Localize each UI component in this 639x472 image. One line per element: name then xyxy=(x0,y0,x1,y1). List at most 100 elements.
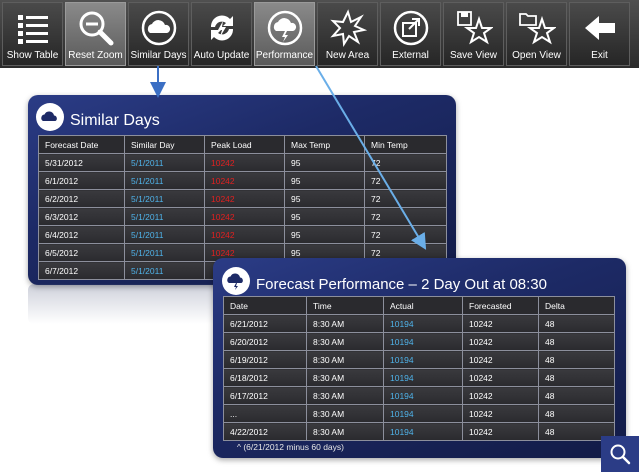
toolbar: Show Table Reset Zoom Similar Days Auto … xyxy=(0,0,639,68)
time-cell: 8:30 AM xyxy=(306,368,384,387)
save-star-icon xyxy=(456,11,493,45)
min-temp-cell: 72 xyxy=(364,189,447,208)
forecast-date-cell: 6/7/2012 xyxy=(38,261,125,280)
table-row[interactable]: 6/3/2012 5/1/2011 10242 95 72 xyxy=(38,207,447,226)
forecast-performance-panel: Forecast Performance – 2 Day Out at 08:3… xyxy=(213,258,626,458)
max-temp-cell: 95 xyxy=(284,153,365,172)
peak-load-cell: 10242 xyxy=(204,171,285,190)
forecast-date-cell: 6/2/2012 xyxy=(38,189,125,208)
show-table-label: Show Table xyxy=(6,50,59,61)
similar-day-link[interactable]: 5/1/2011 xyxy=(124,189,205,208)
table-row[interactable]: ... 8:30 AM 10194 10242 48 xyxy=(223,404,615,423)
storm-cloud-icon xyxy=(227,273,243,290)
min-temp-cell: 72 xyxy=(364,225,447,244)
forecasted-cell: 10242 xyxy=(462,350,539,369)
open-view-button[interactable]: Open View xyxy=(506,2,567,66)
forecast-date-cell: 6/3/2012 xyxy=(38,207,125,226)
actual-link[interactable]: 10194 xyxy=(383,404,463,423)
max-temp-cell: 95 xyxy=(284,207,365,226)
similar-days-panel: Similar Days Forecast Date Similar Day P… xyxy=(28,95,456,285)
table-row[interactable]: 6/1/2012 5/1/2011 10242 95 72 xyxy=(38,171,447,190)
column-header: Forecast Date xyxy=(38,135,125,154)
table-row[interactable]: 6/17/2012 8:30 AM 10194 10242 48 xyxy=(223,386,615,405)
table-row[interactable]: 4/22/2012 8:30 AM 10194 10242 48 xyxy=(223,422,615,441)
forecast-date-cell: 5/31/2012 xyxy=(38,153,125,172)
similar-days-button[interactable]: Similar Days xyxy=(128,2,189,66)
auto-update-button[interactable]: Auto Update xyxy=(191,2,252,66)
time-cell: 8:30 AM xyxy=(306,350,384,369)
actual-link[interactable]: 10194 xyxy=(383,422,463,441)
performance-button[interactable]: Performance xyxy=(254,2,315,66)
show-table-button[interactable]: Show Table xyxy=(2,2,63,66)
forecasted-cell: 10242 xyxy=(462,404,539,423)
cloud-icon xyxy=(41,111,57,121)
delta-cell: 48 xyxy=(538,386,615,405)
cloud-icon xyxy=(141,10,176,46)
time-cell: 8:30 AM xyxy=(306,386,384,405)
external-button[interactable]: External xyxy=(380,2,441,66)
actual-link[interactable]: 10194 xyxy=(383,332,463,351)
reset-zoom-button[interactable]: Reset Zoom xyxy=(65,2,126,66)
save-view-button[interactable]: Save View xyxy=(443,2,504,66)
table-row[interactable]: 6/21/2012 8:30 AM 10194 10242 48 xyxy=(223,314,615,333)
column-header: Peak Load xyxy=(204,135,285,154)
zoom-out-icon xyxy=(79,11,113,46)
arrow-left-icon xyxy=(584,16,615,40)
peak-load-cell: 10242 xyxy=(204,207,285,226)
delta-cell: 48 xyxy=(538,332,615,351)
search-button[interactable] xyxy=(601,436,639,472)
table-row[interactable]: 6/18/2012 8:30 AM 10194 10242 48 xyxy=(223,368,615,387)
table-row[interactable]: 6/20/2012 8:30 AM 10194 10242 48 xyxy=(223,332,615,351)
table-row[interactable]: 6/2/2012 5/1/2011 10242 95 72 xyxy=(38,189,447,208)
forecasted-cell: 10242 xyxy=(462,314,539,333)
actual-link[interactable]: 10194 xyxy=(383,350,463,369)
similar-day-link[interactable]: 5/1/2011 xyxy=(124,171,205,190)
similar-day-link[interactable]: 5/1/2011 xyxy=(124,153,205,172)
similar-day-link[interactable]: 5/1/2011 xyxy=(124,207,205,226)
date-cell: 6/17/2012 xyxy=(223,386,307,405)
external-label: External xyxy=(392,50,429,61)
column-header: Time xyxy=(306,296,384,315)
lightning-icon xyxy=(210,15,233,41)
peak-load-cell: 10242 xyxy=(204,225,285,244)
forecast-date-cell: 6/4/2012 xyxy=(38,225,125,244)
similar-days-title: Similar Days xyxy=(70,112,160,129)
actual-link[interactable]: 10194 xyxy=(383,314,463,333)
reset-zoom-label: Reset Zoom xyxy=(68,50,123,61)
actual-link[interactable]: 10194 xyxy=(383,386,463,405)
open-view-label: Open View xyxy=(512,50,561,61)
max-temp-cell: 95 xyxy=(284,189,365,208)
delta-cell: 48 xyxy=(538,314,615,333)
date-cell: 6/21/2012 xyxy=(223,314,307,333)
actual-link[interactable]: 10194 xyxy=(383,368,463,387)
similar-day-link[interactable]: 5/1/2011 xyxy=(124,225,205,244)
new-area-button[interactable]: New Area xyxy=(317,2,378,66)
delta-cell: 48 xyxy=(538,368,615,387)
date-cell: ... xyxy=(223,404,307,423)
open-star-icon xyxy=(518,13,556,45)
forecasted-cell: 10242 xyxy=(462,386,539,405)
delta-cell: 48 xyxy=(538,350,615,369)
exit-label: Exit xyxy=(591,50,608,61)
peak-load-cell: 10242 xyxy=(204,189,285,208)
column-header: Actual xyxy=(383,296,463,315)
search-icon xyxy=(610,444,631,465)
time-cell: 8:30 AM xyxy=(306,422,384,441)
save-view-label: Save View xyxy=(449,50,498,61)
exit-button[interactable]: Exit xyxy=(569,2,630,66)
table-row[interactable]: 6/19/2012 8:30 AM 10194 10242 48 xyxy=(223,350,615,369)
storm-cloud-icon xyxy=(267,10,302,46)
similar-day-link[interactable]: 5/1/2011 xyxy=(124,261,205,280)
time-cell: 8:30 AM xyxy=(306,332,384,351)
similar-days-badge xyxy=(36,103,64,131)
table-row[interactable]: 5/31/2012 5/1/2011 10242 95 72 xyxy=(38,153,447,172)
min-temp-cell: 72 xyxy=(364,171,447,190)
auto-update-label: Auto Update xyxy=(193,50,250,61)
forecast-performance-title: Forecast Performance – 2 Day Out at 08:3… xyxy=(256,276,547,293)
similar-day-link[interactable]: 5/1/2011 xyxy=(124,243,205,262)
performance-badge xyxy=(222,267,250,295)
time-cell: 8:30 AM xyxy=(306,314,384,333)
table-row[interactable]: 6/4/2012 5/1/2011 10242 95 72 xyxy=(38,225,447,244)
max-temp-cell: 95 xyxy=(284,171,365,190)
column-header: Max Temp xyxy=(284,135,365,154)
